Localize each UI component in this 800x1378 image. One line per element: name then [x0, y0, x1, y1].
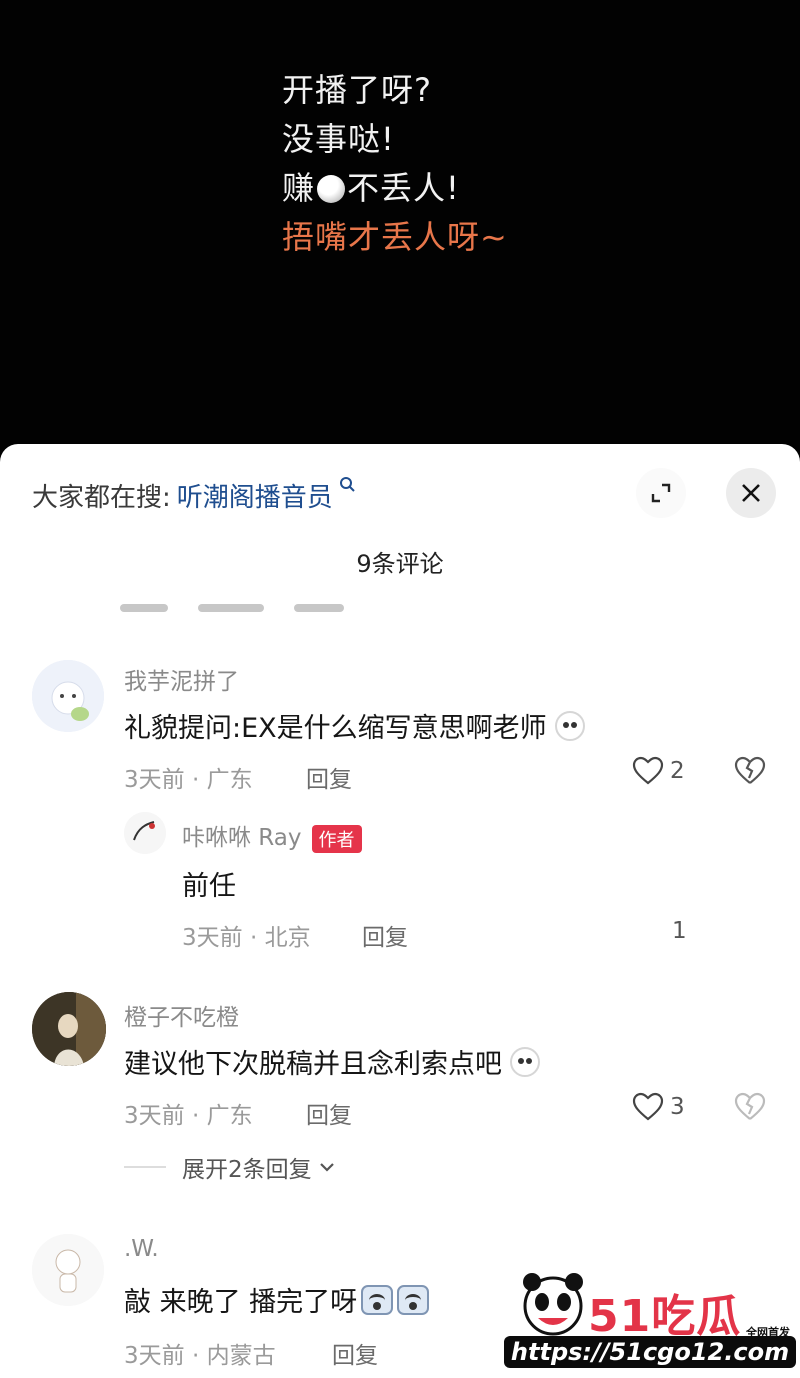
dislike-button[interactable] [734, 1092, 766, 1126]
crying-emoji-icon [361, 1284, 394, 1315]
like-count: 2 [670, 758, 685, 784]
comment-meta: 3天前 · 广东 [124, 767, 253, 793]
avatar-image [124, 812, 166, 854]
caption-word: 赚 [282, 169, 316, 207]
caption-line-highlight: 捂嘴才丢人呀~ [282, 218, 508, 256]
face-emoji-icon [510, 1046, 540, 1077]
comment-username[interactable]: 橙子不吃橙 [124, 998, 239, 1032]
heart-icon [632, 1092, 664, 1121]
video-area[interactable]: 开播了呀? 没事哒! 赚 不丢人! 捂嘴才丢人呀~ [0, 0, 800, 460]
comment-text: 敲 来晚了 播完了呀 [124, 1280, 430, 1319]
caption-line: 没事哒! [282, 120, 395, 158]
expand-replies-label: 展开2条回复 [182, 1157, 312, 1183]
comment-text: 礼貌提问:EX是什么缩写意思啊老师 [124, 706, 585, 745]
comment-meta: 3天前 · 广东 [124, 1103, 253, 1129]
reply-button[interactable]: 回复 [362, 918, 408, 952]
chevron-down-icon [319, 1163, 334, 1172]
watermark: 51吃瓜 全网首发 https://51cgo12.com [500, 1262, 800, 1372]
face-emoji-icon [554, 710, 585, 741]
search-icon[interactable] [339, 476, 357, 498]
reply-text: 前任 [182, 871, 236, 902]
caption-word: 不丢人! [347, 169, 460, 207]
comment-text-content: 建议他下次脱稿并且念利索点吧 [124, 1049, 502, 1080]
like-button[interactable]: 3 [632, 1092, 685, 1122]
video-caption: 开播了呀? 没事哒! 赚 不丢人! 捂嘴才丢人呀~ [282, 66, 508, 262]
dislike-button[interactable] [734, 756, 766, 790]
avatar-image [32, 1234, 104, 1306]
crying-emoji-icon [397, 1284, 430, 1315]
watermark-title: 51吃瓜 [588, 1291, 742, 1342]
reply-button[interactable]: 回复 [306, 760, 352, 794]
expand-icon [651, 483, 671, 503]
avatar[interactable] [32, 1234, 104, 1306]
reply-username-text[interactable]: 咔咻咻 Ray [182, 825, 302, 851]
comment-count: 9条评论 [356, 550, 444, 578]
comment-item: 我芋泥拼了 礼貌提问:EX是什么缩写意思啊老师 3天前 · 广东 回复 2 [0, 654, 800, 814]
reply-button[interactable]: 回复 [332, 1336, 378, 1370]
comment-item: 橙子不吃橙 建议他下次脱稿并且念利索点吧 3天前 · 广东 回复 3 展开2条回… [0, 992, 800, 1192]
trending-search-label: 大家都在搜: [32, 482, 171, 513]
comment-meta: 3天前 · 内蒙古 [124, 1343, 276, 1369]
like-count: 3 [670, 1094, 685, 1120]
caption-line: 开播了呀? [282, 71, 432, 109]
reply-button[interactable]: 回复 [306, 1096, 352, 1130]
like-count: 1 [672, 918, 687, 944]
comment-username[interactable]: .W. [124, 1236, 159, 1262]
avatar[interactable] [32, 992, 106, 1066]
broken-heart-icon [734, 1092, 766, 1120]
broken-heart-icon [734, 756, 766, 784]
pill-emoji-icon [317, 174, 346, 203]
comment-sheet: 大家都在搜: 听潮阁播音员 9条评论 我芋泥拼了 礼貌提问:EX是什么缩写意思啊… [0, 444, 800, 1378]
like-button[interactable]: 1 [672, 918, 687, 944]
close-button[interactable] [726, 468, 776, 518]
watermark-url: https://51cgo12.com [504, 1336, 796, 1368]
reply-item: 咔咻咻 Ray 作者 前任 3天前 · 北京 回复 1 [0, 812, 800, 962]
scrolled-previous-row [120, 590, 780, 612]
expand-replies-button[interactable]: 展开2条回复 [124, 1150, 336, 1184]
divider [124, 1166, 166, 1168]
like-button[interactable]: 2 [632, 756, 685, 786]
heart-icon [632, 756, 664, 785]
caption-line: 赚 不丢人! [282, 164, 508, 213]
comment-text: 建议他下次脱稿并且念利索点吧 [124, 1042, 540, 1081]
comment-username[interactable]: 我芋泥拼了 [124, 662, 239, 696]
expand-button[interactable] [636, 468, 686, 518]
avatar[interactable] [124, 812, 166, 854]
reply-meta: 3天前 · 北京 [182, 925, 311, 951]
avatar-image [32, 992, 106, 1066]
comment-text-content: 敲 来晚了 播完了呀 [124, 1287, 358, 1318]
comment-text-content: 礼貌提问:EX是什么缩写意思啊老师 [124, 713, 547, 744]
author-badge: 作者 [311, 824, 362, 853]
trending-search-link[interactable]: 听潮阁播音员 [177, 477, 333, 514]
reply-username: 咔咻咻 Ray 作者 [182, 818, 362, 853]
close-icon [742, 484, 760, 502]
avatar[interactable] [32, 660, 104, 732]
panda-mascot-logo [523, 1273, 583, 1336]
avatar-image [32, 660, 104, 732]
trending-search: 大家都在搜: 听潮阁播音员 [32, 476, 357, 514]
